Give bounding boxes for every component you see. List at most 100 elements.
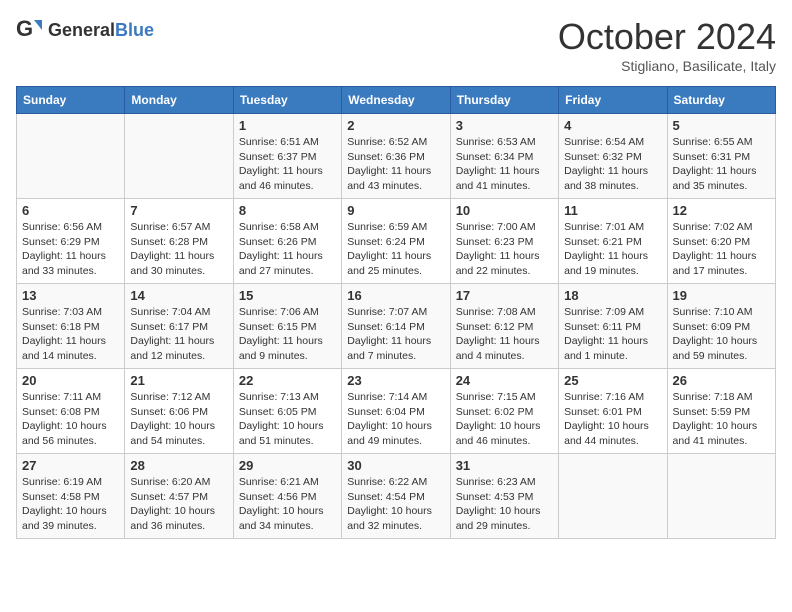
day-info: Sunrise: 7:04 AMSunset: 6:17 PMDaylight:… [130,305,227,364]
weekday-header-row: SundayMondayTuesdayWednesdayThursdayFrid… [17,87,776,114]
day-info: Sunrise: 6:51 AMSunset: 6:37 PMDaylight:… [239,135,336,194]
calendar-cell: 26 Sunrise: 7:18 AMSunset: 5:59 PMDaylig… [667,369,775,454]
day-info: Sunrise: 7:06 AMSunset: 6:15 PMDaylight:… [239,305,336,364]
day-number: 28 [130,458,227,473]
calendar-cell: 8 Sunrise: 6:58 AMSunset: 6:26 PMDayligh… [233,199,341,284]
day-number: 9 [347,203,444,218]
day-number: 19 [673,288,770,303]
day-number: 27 [22,458,119,473]
logo-icon: G [16,16,44,44]
calendar-cell: 27 Sunrise: 6:19 AMSunset: 4:58 PMDaylig… [17,454,125,539]
calendar-cell: 16 Sunrise: 7:07 AMSunset: 6:14 PMDaylig… [342,284,450,369]
day-number: 16 [347,288,444,303]
calendar-cell: 19 Sunrise: 7:10 AMSunset: 6:09 PMDaylig… [667,284,775,369]
calendar-cell: 23 Sunrise: 7:14 AMSunset: 6:04 PMDaylig… [342,369,450,454]
calendar-cell: 10 Sunrise: 7:00 AMSunset: 6:23 PMDaylig… [450,199,558,284]
day-info: Sunrise: 6:55 AMSunset: 6:31 PMDaylight:… [673,135,770,194]
title-block: October 2024 Stigliano, Basilicate, Ital… [558,16,776,74]
day-info: Sunrise: 6:22 AMSunset: 4:54 PMDaylight:… [347,475,444,534]
day-info: Sunrise: 7:15 AMSunset: 6:02 PMDaylight:… [456,390,553,449]
day-info: Sunrise: 7:03 AMSunset: 6:18 PMDaylight:… [22,305,119,364]
logo-text-blue: Blue [115,20,154,40]
calendar-table: SundayMondayTuesdayWednesdayThursdayFrid… [16,86,776,539]
day-info: Sunrise: 7:00 AMSunset: 6:23 PMDaylight:… [456,220,553,279]
calendar-cell: 1 Sunrise: 6:51 AMSunset: 6:37 PMDayligh… [233,114,341,199]
day-info: Sunrise: 7:08 AMSunset: 6:12 PMDaylight:… [456,305,553,364]
day-info: Sunrise: 7:02 AMSunset: 6:20 PMDaylight:… [673,220,770,279]
day-number: 6 [22,203,119,218]
weekday-header-tuesday: Tuesday [233,87,341,114]
calendar-cell: 18 Sunrise: 7:09 AMSunset: 6:11 PMDaylig… [559,284,667,369]
day-number: 25 [564,373,661,388]
calendar-cell: 4 Sunrise: 6:54 AMSunset: 6:32 PMDayligh… [559,114,667,199]
logo: G GeneralBlue [16,16,154,44]
calendar-week-1: 1 Sunrise: 6:51 AMSunset: 6:37 PMDayligh… [17,114,776,199]
day-number: 22 [239,373,336,388]
calendar-cell: 13 Sunrise: 7:03 AMSunset: 6:18 PMDaylig… [17,284,125,369]
day-info: Sunrise: 6:53 AMSunset: 6:34 PMDaylight:… [456,135,553,194]
calendar-cell: 29 Sunrise: 6:21 AMSunset: 4:56 PMDaylig… [233,454,341,539]
day-number: 8 [239,203,336,218]
calendar-cell: 2 Sunrise: 6:52 AMSunset: 6:36 PMDayligh… [342,114,450,199]
day-number: 21 [130,373,227,388]
day-info: Sunrise: 6:23 AMSunset: 4:53 PMDaylight:… [456,475,553,534]
calendar-week-5: 27 Sunrise: 6:19 AMSunset: 4:58 PMDaylig… [17,454,776,539]
day-number: 13 [22,288,119,303]
day-number: 5 [673,118,770,133]
calendar-cell: 3 Sunrise: 6:53 AMSunset: 6:34 PMDayligh… [450,114,558,199]
day-number: 3 [456,118,553,133]
calendar-cell: 6 Sunrise: 6:56 AMSunset: 6:29 PMDayligh… [17,199,125,284]
calendar-cell [559,454,667,539]
day-info: Sunrise: 7:07 AMSunset: 6:14 PMDaylight:… [347,305,444,364]
day-number: 24 [456,373,553,388]
day-info: Sunrise: 6:21 AMSunset: 4:56 PMDaylight:… [239,475,336,534]
day-info: Sunrise: 6:20 AMSunset: 4:57 PMDaylight:… [130,475,227,534]
day-info: Sunrise: 6:59 AMSunset: 6:24 PMDaylight:… [347,220,444,279]
day-number: 2 [347,118,444,133]
calendar-cell: 21 Sunrise: 7:12 AMSunset: 6:06 PMDaylig… [125,369,233,454]
day-info: Sunrise: 6:58 AMSunset: 6:26 PMDaylight:… [239,220,336,279]
weekday-header-sunday: Sunday [17,87,125,114]
weekday-header-saturday: Saturday [667,87,775,114]
day-number: 26 [673,373,770,388]
day-number: 29 [239,458,336,473]
day-info: Sunrise: 7:18 AMSunset: 5:59 PMDaylight:… [673,390,770,449]
weekday-header-monday: Monday [125,87,233,114]
location-subtitle: Stigliano, Basilicate, Italy [558,58,776,74]
day-number: 12 [673,203,770,218]
day-number: 20 [22,373,119,388]
day-info: Sunrise: 6:56 AMSunset: 6:29 PMDaylight:… [22,220,119,279]
day-number: 11 [564,203,661,218]
day-info: Sunrise: 6:52 AMSunset: 6:36 PMDaylight:… [347,135,444,194]
logo-text-general: General [48,20,115,40]
day-number: 30 [347,458,444,473]
month-title: October 2024 [558,16,776,58]
calendar-cell: 12 Sunrise: 7:02 AMSunset: 6:20 PMDaylig… [667,199,775,284]
calendar-cell: 31 Sunrise: 6:23 AMSunset: 4:53 PMDaylig… [450,454,558,539]
weekday-header-friday: Friday [559,87,667,114]
calendar-cell: 22 Sunrise: 7:13 AMSunset: 6:05 PMDaylig… [233,369,341,454]
weekday-header-wednesday: Wednesday [342,87,450,114]
day-number: 4 [564,118,661,133]
day-number: 15 [239,288,336,303]
calendar-cell: 15 Sunrise: 7:06 AMSunset: 6:15 PMDaylig… [233,284,341,369]
day-info: Sunrise: 7:09 AMSunset: 6:11 PMDaylight:… [564,305,661,364]
day-info: Sunrise: 7:16 AMSunset: 6:01 PMDaylight:… [564,390,661,449]
day-info: Sunrise: 7:11 AMSunset: 6:08 PMDaylight:… [22,390,119,449]
page-header: G GeneralBlue October 2024 Stigliano, Ba… [16,16,776,74]
calendar-cell [667,454,775,539]
calendar-header: SundayMondayTuesdayWednesdayThursdayFrid… [17,87,776,114]
calendar-cell: 11 Sunrise: 7:01 AMSunset: 6:21 PMDaylig… [559,199,667,284]
calendar-week-3: 13 Sunrise: 7:03 AMSunset: 6:18 PMDaylig… [17,284,776,369]
calendar-cell: 30 Sunrise: 6:22 AMSunset: 4:54 PMDaylig… [342,454,450,539]
day-number: 31 [456,458,553,473]
day-info: Sunrise: 7:14 AMSunset: 6:04 PMDaylight:… [347,390,444,449]
day-info: Sunrise: 6:19 AMSunset: 4:58 PMDaylight:… [22,475,119,534]
day-number: 18 [564,288,661,303]
calendar-cell: 20 Sunrise: 7:11 AMSunset: 6:08 PMDaylig… [17,369,125,454]
day-number: 1 [239,118,336,133]
day-number: 23 [347,373,444,388]
day-info: Sunrise: 7:13 AMSunset: 6:05 PMDaylight:… [239,390,336,449]
day-number: 14 [130,288,227,303]
day-number: 7 [130,203,227,218]
